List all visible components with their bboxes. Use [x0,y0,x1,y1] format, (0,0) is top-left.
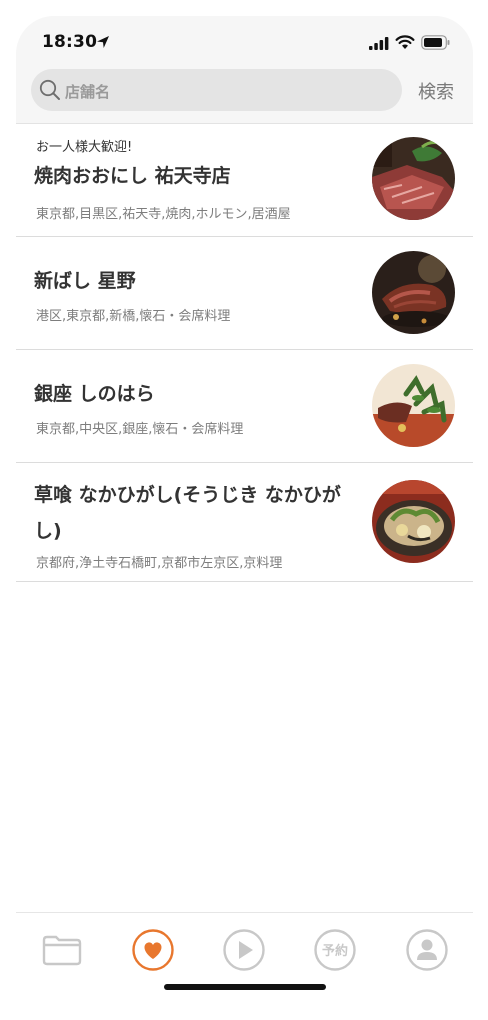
tab-folder[interactable] [40,928,84,972]
tab-reservation[interactable]: 予約 [313,928,357,972]
phone-screen: 18:30 店舗名 検索 お一人様大歓迎! 焼肉おおにし 祐天寺店 東京都,目黒… [16,16,473,1020]
status-bar: 18:30 [16,16,473,66]
reservation-icon: 予約 [314,929,356,971]
restaurant-meta: 東京都,目黒区,祐天寺,焼肉,ホルモン,居酒屋 [36,207,291,222]
search-input[interactable]: 店舗名 [31,69,402,111]
restaurant-name: 焼肉おおにし 祐天寺店 [34,165,231,187]
folder-icon [42,935,82,966]
search-placeholder: 店舗名 [65,83,111,101]
restaurant-photo [372,137,455,220]
search-button[interactable]: 検索 [418,78,454,104]
profile-icon [406,929,448,971]
play-icon [223,929,265,971]
location-arrow-icon [97,36,109,48]
status-time: 18:30 [42,32,98,52]
restaurant-photo [372,364,455,447]
restaurant-row[interactable]: 草喰 なかひがし(そうじき なかひがし) 京都府,浄土寺石橋町,京都市左京区,京… [16,463,473,582]
restaurant-row[interactable]: お一人様大歓迎! 焼肉おおにし 祐天寺店 東京都,目黒区,祐天寺,焼肉,ホルモン… [16,124,473,237]
home-indicator [164,984,326,990]
tab-video[interactable] [222,928,266,972]
restaurant-name: 草喰 なかひがし(そうじき なかひがし) [34,484,341,542]
wifi-icon [395,35,415,49]
restaurant-row[interactable]: 銀座 しのはら 東京都,中央区,銀座,懐石・会席料理 [16,350,473,463]
header: 18:30 店舗名 検索 [16,16,473,124]
restaurant-meta: 京都府,浄土寺石橋町,京都市左京区,京料理 [36,556,283,571]
restaurant-list: お一人様大歓迎! 焼肉おおにし 祐天寺店 東京都,目黒区,祐天寺,焼肉,ホルモン… [16,124,473,582]
restaurant-photo [372,251,455,334]
restaurant-row[interactable]: 新ばし 星野 港区,東京都,新橋,懐石・会席料理 [16,237,473,350]
restaurant-photo [372,480,455,563]
restaurant-name: 銀座 しのはら [34,383,155,405]
restaurant-tag: お一人様大歓迎! [36,140,133,155]
tab-bar: 予約 [16,912,473,1020]
restaurant-name: 新ばし 星野 [34,270,136,292]
reservation-label: 予約 [322,943,348,959]
restaurant-meta: 港区,東京都,新橋,懐石・会席料理 [36,309,231,324]
restaurant-meta: 東京都,中央区,銀座,懐石・会席料理 [36,422,244,437]
tab-profile[interactable] [405,928,449,972]
tab-favorites[interactable] [131,928,175,972]
search-icon [39,79,60,100]
heart-icon [132,929,174,971]
cellular-signal-icon [369,37,389,50]
battery-icon [421,35,450,50]
